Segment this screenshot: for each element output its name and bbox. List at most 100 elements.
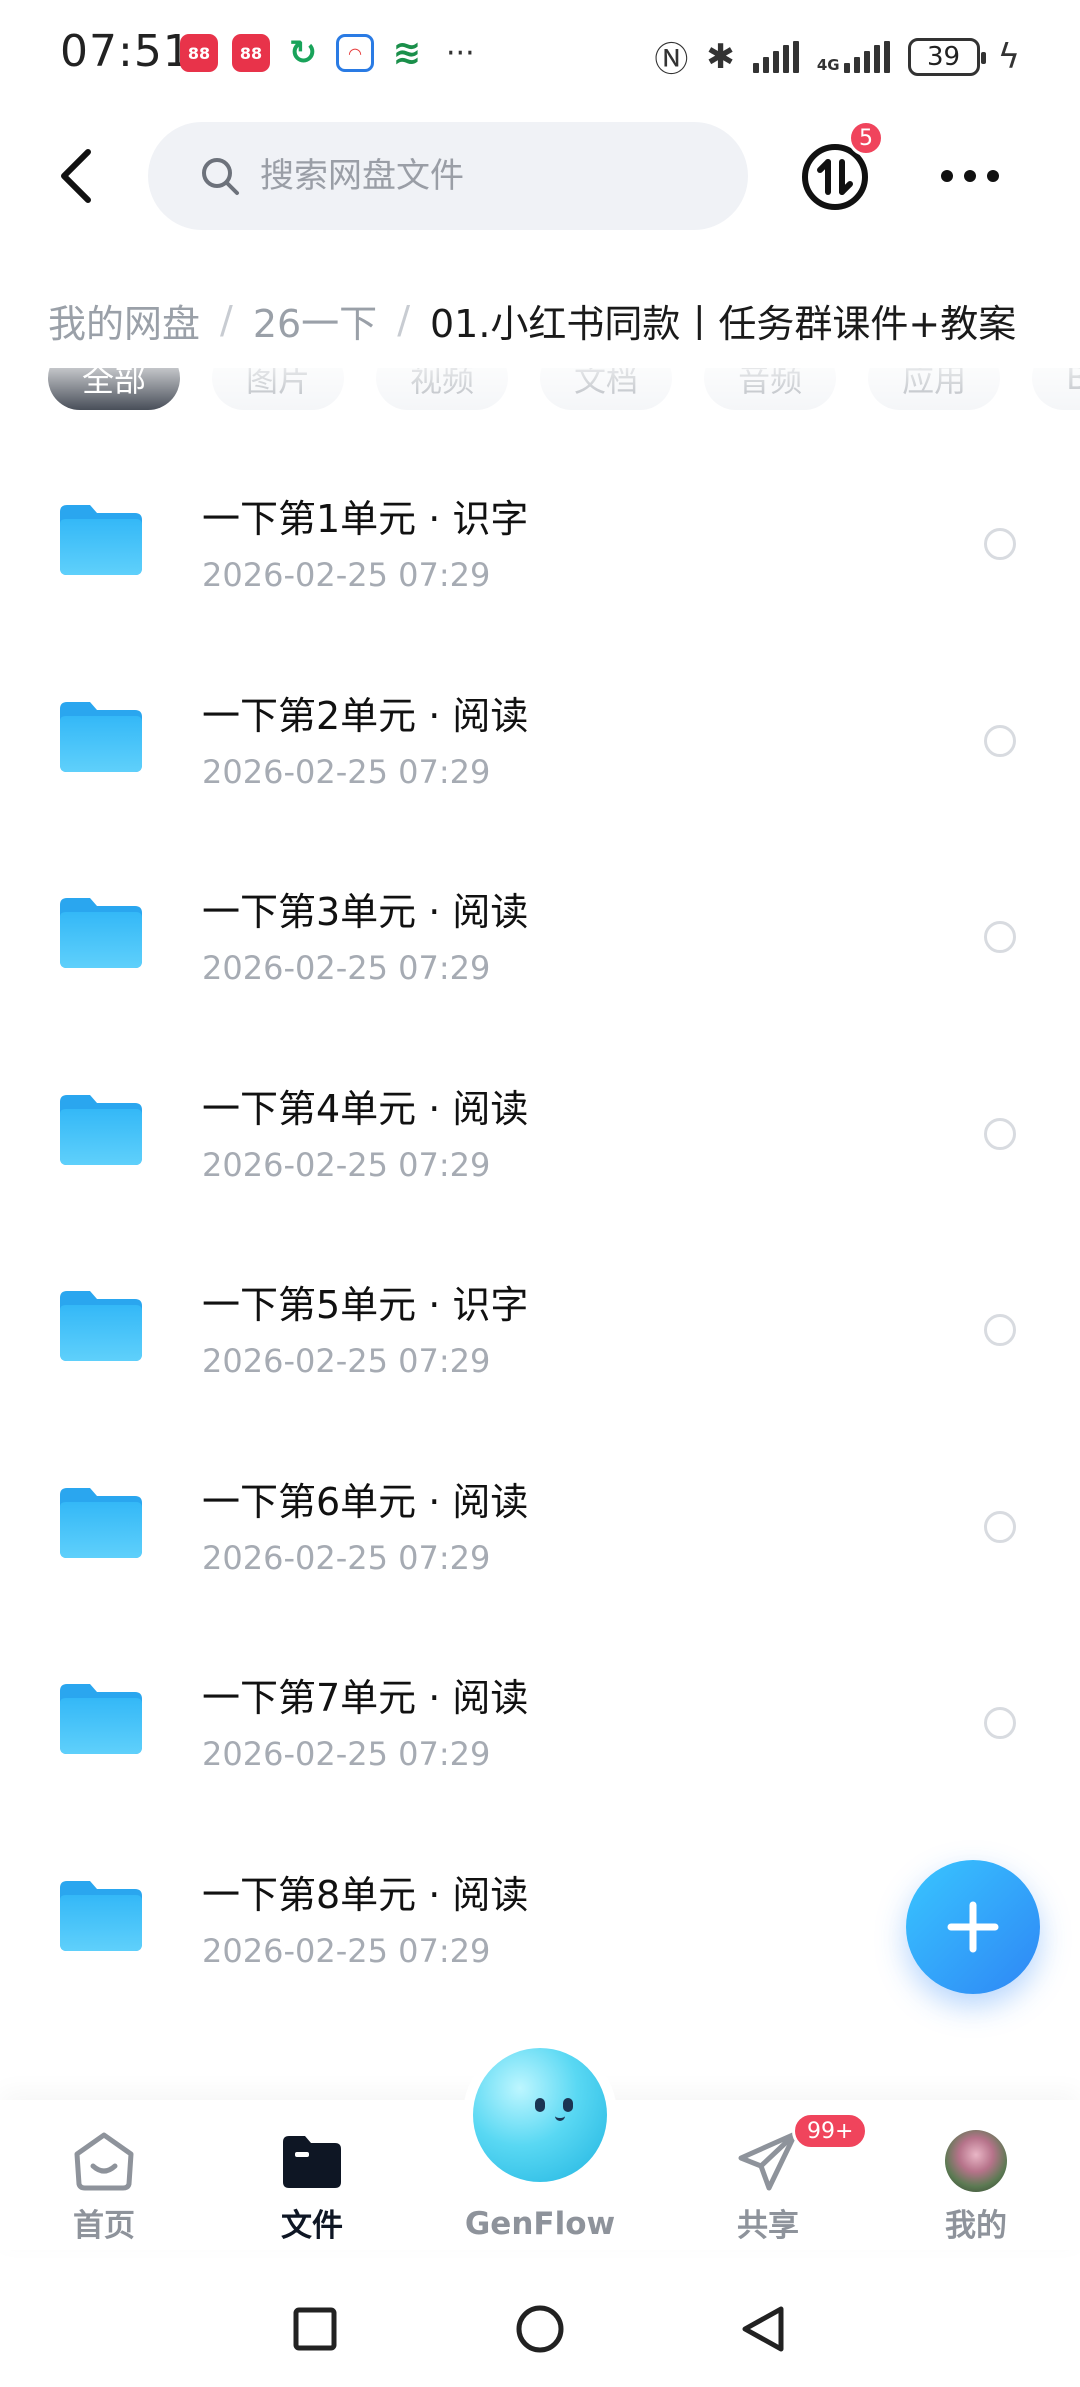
filter-chip-images[interactable]: 图片 [212, 368, 345, 410]
nav-share-label: 共享 [737, 2208, 799, 2244]
nav-me[interactable]: 我的 [906, 2130, 1046, 2245]
breadcrumb: 我的网盘 / 26一下 / 01.小红书同款丨任务群课件+教案 [48, 290, 1080, 350]
file-row[interactable]: 一下第7单元 · 阅读 2026-02-25 07:29 [0, 1625, 1080, 1822]
app-notification-icon: 88 [180, 34, 218, 72]
transfer-count-badge: 5 [848, 120, 884, 156]
nav-home-label: 首页 [73, 2208, 135, 2244]
breadcrumb-root[interactable]: 我的网盘 [48, 293, 200, 348]
file-date: 2026-02-25 07:29 [202, 1538, 491, 1577]
back-button[interactable] [40, 140, 112, 212]
file-list: 一下第1单元 · 识字 2026-02-25 07:29 一下第2单元 · 阅读 20… [0, 446, 1080, 2018]
nfc-icon: Ⓝ [654, 40, 689, 80]
post-app-icon: ≋ [392, 33, 422, 73]
select-checkbox[interactable] [984, 1117, 1016, 1150]
breadcrumb-separator: / [397, 298, 410, 342]
chevron-left-icon [61, 149, 91, 203]
folder-icon [60, 1684, 142, 1754]
signal-4g-icon: 4G [816, 40, 890, 74]
file-date: 2026-02-25 07:29 [202, 1735, 491, 1773]
battery-icon: 39 [907, 37, 986, 76]
circle-icon [516, 2305, 564, 2353]
breadcrumb-separator: / [220, 298, 233, 342]
folder-icon [60, 1291, 142, 1361]
select-checkbox[interactable] [984, 921, 1016, 953]
folder-icon [60, 1487, 142, 1558]
square-icon [293, 2307, 337, 2351]
file-name: 一下第4单元 · 阅读 [202, 1086, 529, 1131]
file-row[interactable]: 一下第3单元 · 阅读 2026-02-25 07:29 [0, 839, 1080, 1036]
file-browser-screen: 07:51 88 88 ↻ ◠ ≋ ··· Ⓝ ✱ 4G 39 ϟ 搜索网盘文件… [0, 0, 1080, 2387]
folder-icon [60, 701, 142, 772]
home-system-button[interactable] [505, 2294, 575, 2364]
status-time: 07:51 [60, 26, 192, 77]
filter-chip-apps[interactable]: 应用 [868, 368, 1001, 410]
breadcrumb-parent[interactable]: 26一下 [253, 293, 377, 348]
more-dots-icon [941, 170, 999, 182]
filter-chip-documents[interactable]: 文档 [540, 368, 673, 410]
charging-icon: ϟ [997, 36, 1020, 77]
network-label: 4G [816, 55, 840, 74]
file-row[interactable]: 一下第2单元 · 阅读 2026-02-25 07:29 [0, 643, 1080, 840]
header: 5 [0, 120, 1080, 232]
add-button[interactable] [906, 1860, 1040, 1994]
filter-chip-audio[interactable]: 音频 [704, 368, 837, 410]
file-date: 2026-02-25 07:29 [202, 1145, 491, 1184]
file-date: 2026-02-25 07:29 [202, 949, 491, 987]
nav-home[interactable]: 首页 [34, 2130, 174, 2245]
bank-app-icon: ◠ [336, 34, 374, 72]
system-navigation [0, 2270, 1080, 2387]
select-checkbox[interactable] [984, 724, 1016, 757]
back-system-button[interactable] [728, 2294, 798, 2364]
file-row[interactable]: 一下第5单元 · 识字 2026-02-25 07:29 [0, 1232, 1080, 1429]
file-name: 一下第5单元 · 识字 [202, 1283, 529, 1327]
home-icon [74, 2132, 134, 2191]
search-bar[interactable] [148, 122, 748, 230]
recents-button[interactable] [280, 2294, 350, 2364]
select-checkbox[interactable] [984, 1510, 1016, 1543]
nav-files-label: 文件 [281, 2208, 343, 2244]
file-name: 一下第1单元 · 识字 [202, 497, 529, 541]
file-row[interactable]: 一下第4单元 · 阅读 2026-02-25 07:29 [0, 1036, 1080, 1233]
genflow-mascot-icon [473, 2048, 607, 2182]
wechat-pay-icon: ↻ [288, 33, 318, 73]
app-notification-icon: 88 [232, 34, 270, 72]
bottom-navigation: 首页 文件 GenFlow 共享 我的 [0, 2048, 1080, 2250]
filter-chip-videos[interactable]: 视频 [376, 368, 509, 410]
triangle-back-icon [742, 2306, 784, 2352]
search-icon [202, 158, 239, 195]
battery-level: 39 [927, 41, 961, 72]
folder-icon [60, 1880, 142, 1951]
nav-files[interactable]: 文件 [242, 2130, 382, 2245]
file-name: 一下第8单元 · 阅读 [202, 1872, 529, 1917]
more-notifications-icon: ··· [446, 35, 475, 71]
file-row[interactable]: 一下第6单元 · 阅读 2026-02-25 07:29 [0, 1429, 1080, 1626]
folder-icon [60, 898, 142, 968]
status-app-icons: 88 88 ↻ ◠ ≋ ··· [180, 33, 475, 73]
file-date: 2026-02-25 07:29 [202, 752, 491, 791]
file-row[interactable]: 一下第1单元 · 识字 2026-02-25 07:29 [0, 446, 1080, 643]
search-input[interactable] [260, 156, 700, 196]
status-bar: 07:51 88 88 ↻ ◠ ≋ ··· Ⓝ ✱ 4G 39 ϟ [0, 0, 1080, 110]
file-date: 2026-02-25 07:29 [202, 556, 491, 594]
nav-genflow[interactable]: GenFlow [460, 2048, 620, 2242]
folder-icon [60, 505, 142, 575]
signal-icon [752, 40, 799, 73]
select-checkbox[interactable] [984, 528, 1016, 560]
select-checkbox[interactable] [984, 1707, 1016, 1739]
filter-chip-bt[interactable]: BT [1032, 368, 1080, 410]
file-name: 一下第6单元 · 阅读 [202, 1479, 529, 1524]
nav-genflow-label: GenFlow [464, 2206, 616, 2242]
plus-icon [947, 1901, 999, 1953]
status-indicators: Ⓝ ✱ 4G 39 ϟ [654, 32, 1020, 81]
file-name: 一下第3单元 · 阅读 [202, 890, 529, 934]
folder-icon [60, 1094, 142, 1165]
file-name: 一下第2单元 · 阅读 [202, 693, 529, 738]
filter-chip-all[interactable]: 全部 [48, 368, 181, 410]
file-date: 2026-02-25 07:29 [202, 1342, 491, 1380]
share-count-badge: 99+ [792, 2112, 869, 2150]
paper-plane-icon [738, 2131, 798, 2191]
more-options-button[interactable] [930, 156, 1010, 196]
nav-me-label: 我的 [945, 2208, 1007, 2244]
select-checkbox[interactable] [984, 1314, 1016, 1346]
avatar [945, 2130, 1007, 2192]
